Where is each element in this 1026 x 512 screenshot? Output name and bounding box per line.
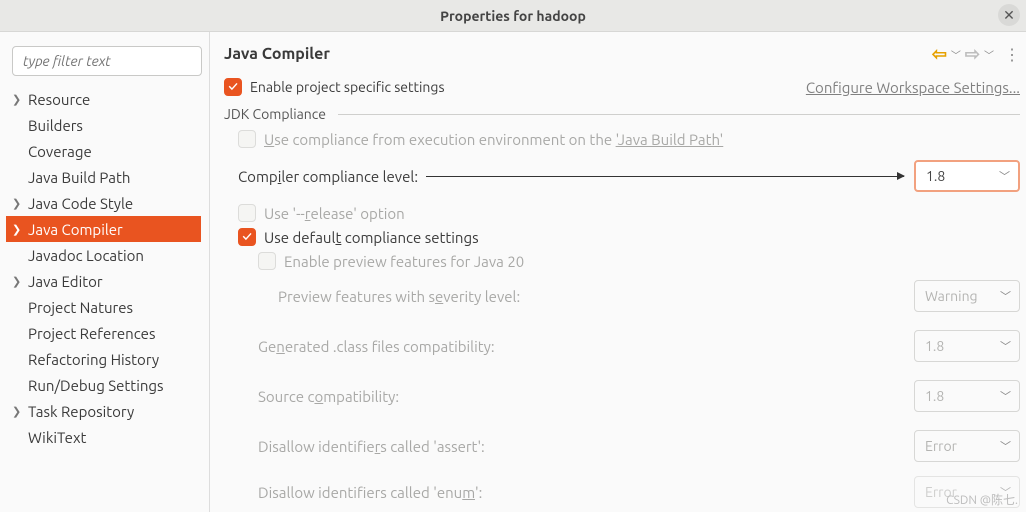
sidebar-item-label: Builders <box>28 117 83 134</box>
sidebar-item-coverage[interactable]: ❯Coverage <box>6 138 201 164</box>
source-compat-label: Source compatibility: <box>258 388 914 405</box>
chevron-down-icon: ﹀ <box>1000 288 1011 304</box>
enable-preview-label: Enable preview features for Java 20 <box>284 253 524 270</box>
page-title: Java Compiler <box>224 45 932 63</box>
chevron-down-icon: ﹀ <box>1000 388 1011 404</box>
sidebar-item-label: WikiText <box>28 429 86 446</box>
preview-severity-label: Preview features with severity level: <box>278 288 914 305</box>
chevron-down-icon: ﹀ <box>1000 338 1011 354</box>
sidebar-item-task-repository[interactable]: ❯Task Repository <box>6 398 201 424</box>
close-icon: ✕ <box>1003 7 1015 24</box>
use-release-checkbox <box>238 204 256 222</box>
main-panel: Java Compiler ⇦ ﹀ ⇨ ﹀ ⋮ Enable project s… <box>210 32 1026 512</box>
use-default-compliance-label: Use default compliance settings <box>264 229 479 246</box>
sidebar-item-java-build-path[interactable]: ❯Java Build Path <box>6 164 201 190</box>
configure-workspace-link[interactable]: Configure Workspace Settings... <box>806 79 1020 96</box>
use-execution-env-label: Use compliance from execution environmen… <box>264 131 723 148</box>
sidebar-item-wikitext[interactable]: ❯WikiText <box>6 424 201 450</box>
settings-tree: ❯Resource❯Builders❯Coverage❯Java Build P… <box>6 86 201 450</box>
sidebar-item-javadoc-location[interactable]: ❯Javadoc Location <box>6 242 201 268</box>
compliance-level-select[interactable]: 1.8 ﹀ <box>914 160 1020 192</box>
enable-project-specific-checkbox[interactable] <box>224 78 242 96</box>
sidebar-item-label: Refactoring History <box>28 351 159 368</box>
view-menu-icon[interactable]: ⋮ <box>1004 45 1020 64</box>
chevron-right-icon: ❯ <box>12 275 28 288</box>
sidebar: ❯Resource❯Builders❯Coverage❯Java Build P… <box>0 32 210 512</box>
sidebar-item-label: Java Build Path <box>28 169 130 186</box>
disallow-assert-select: Error ﹀ <box>914 430 1020 462</box>
sidebar-item-builders[interactable]: ❯Builders <box>6 112 201 138</box>
close-button[interactable]: ✕ <box>998 4 1020 26</box>
sidebar-item-java-editor[interactable]: ❯Java Editor <box>6 268 201 294</box>
source-compat-select: 1.8 ﹀ <box>914 380 1020 412</box>
sidebar-item-refactoring-history[interactable]: ❯Refactoring History <box>6 346 201 372</box>
sidebar-item-run-debug-settings[interactable]: ❯Run/Debug Settings <box>6 372 201 398</box>
chevron-right-icon: ❯ <box>12 405 28 418</box>
watermark: CSDN @陈七. <box>946 491 1018 508</box>
disallow-assert-label: Disallow identifiers called 'assert': <box>258 438 914 455</box>
nav-back-menu-icon[interactable]: ﹀ <box>951 47 961 62</box>
disallow-enum-label: Disallow identifiers called 'enum': <box>258 484 914 501</box>
window-title: Properties for hadoop <box>440 8 586 24</box>
sidebar-item-label: Project Natures <box>28 299 133 316</box>
chevron-right-icon: ❯ <box>12 197 28 210</box>
preview-severity-select: Warning ﹀ <box>914 280 1020 312</box>
nav-forward-menu-icon[interactable]: ﹀ <box>984 47 994 62</box>
enable-preview-checkbox <box>258 252 276 270</box>
sidebar-item-label: Java Code Style <box>28 195 133 212</box>
filter-input[interactable] <box>12 46 202 76</box>
nav-back-icon[interactable]: ⇦ <box>932 44 947 65</box>
use-release-label: Use '--release' option <box>264 205 405 222</box>
sidebar-item-java-code-style[interactable]: ❯Java Code Style <box>6 190 201 216</box>
sidebar-item-label: Javadoc Location <box>28 247 144 264</box>
use-default-compliance-checkbox[interactable] <box>238 228 256 246</box>
group-divider <box>338 114 1020 115</box>
generated-class-label: Generated .class files compatibility: <box>258 338 914 355</box>
jdk-compliance-group-title: JDK Compliance <box>224 106 332 122</box>
compliance-level-label: Compiler compliance level: <box>238 168 418 185</box>
sidebar-item-label: Project References <box>28 325 155 342</box>
sidebar-item-label: Java Compiler <box>28 221 123 238</box>
generated-class-select: 1.8 ﹀ <box>914 330 1020 362</box>
sidebar-item-label: Coverage <box>28 143 92 160</box>
sidebar-item-label: Resource <box>28 91 90 108</box>
nav-icons: ⇦ ﹀ ⇨ ﹀ ⋮ <box>932 44 1020 65</box>
nav-forward-icon[interactable]: ⇨ <box>965 44 980 65</box>
chevron-right-icon: ❯ <box>12 223 28 236</box>
sidebar-item-label: Task Repository <box>28 403 134 420</box>
sidebar-item-label: Run/Debug Settings <box>28 377 164 394</box>
sidebar-item-project-natures[interactable]: ❯Project Natures <box>6 294 201 320</box>
chevron-down-icon: ﹀ <box>999 168 1010 184</box>
filter-wrap <box>12 46 202 76</box>
chevron-down-icon: ﹀ <box>1000 438 1011 454</box>
annotation-arrow <box>426 176 904 177</box>
sidebar-item-resource[interactable]: ❯Resource <box>6 86 201 112</box>
chevron-right-icon: ❯ <box>12 93 28 106</box>
enable-project-specific-label: Enable project specific settings <box>250 79 445 95</box>
use-execution-env-checkbox <box>238 130 256 148</box>
sidebar-item-label: Java Editor <box>28 273 103 290</box>
sidebar-item-project-references[interactable]: ❯Project References <box>6 320 201 346</box>
window-titlebar: Properties for hadoop ✕ <box>0 0 1026 32</box>
sidebar-item-java-compiler[interactable]: ❯Java Compiler <box>6 216 201 242</box>
